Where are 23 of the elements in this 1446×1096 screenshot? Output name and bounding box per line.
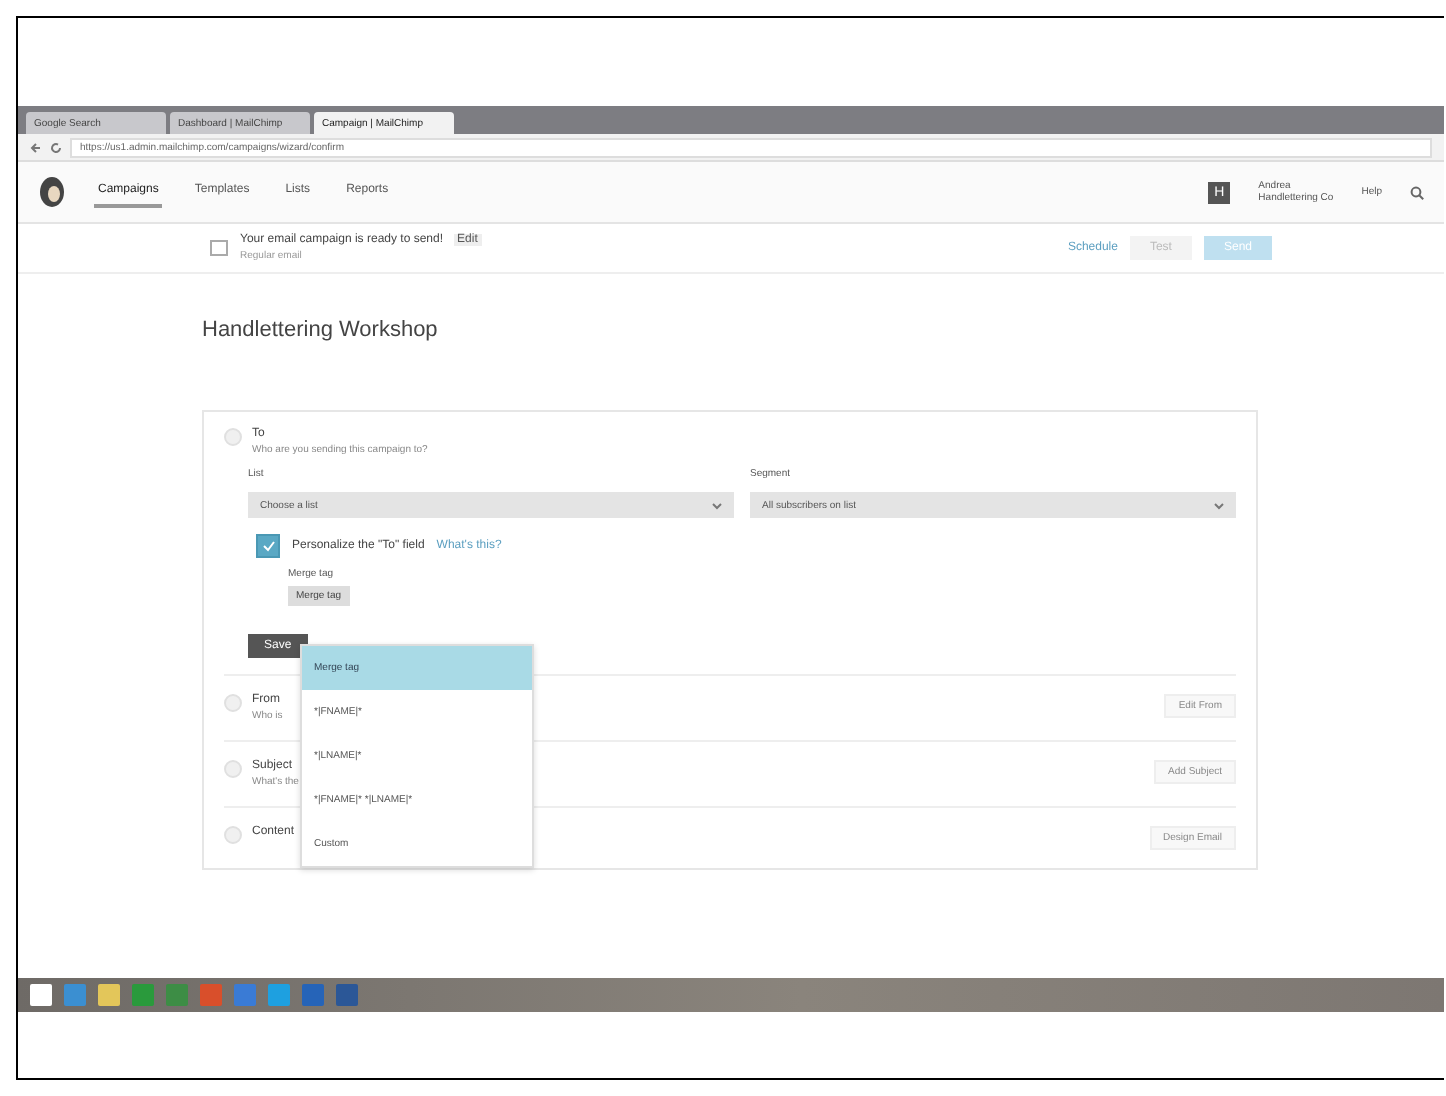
app-icon[interactable] (336, 984, 358, 1006)
campaign-title: Handlettering Workshop (202, 318, 440, 346)
app-icon[interactable] (64, 984, 86, 1006)
app-icon[interactable] (132, 984, 154, 1006)
step-icon (224, 694, 242, 712)
back-icon[interactable] (30, 141, 42, 153)
step-icon (224, 428, 242, 446)
check-icon (261, 540, 275, 552)
chevron-down-icon (712, 501, 722, 509)
app-icon[interactable] (302, 984, 324, 1006)
step-icon (224, 760, 242, 778)
app-icon[interactable] (268, 984, 290, 1006)
reload-icon[interactable] (50, 141, 62, 153)
search-icon[interactable] (1410, 185, 1424, 199)
step-icon (224, 826, 242, 844)
logo-icon[interactable] (38, 176, 66, 208)
chevron-down-icon (1214, 501, 1224, 509)
app-icon[interactable] (30, 984, 52, 1006)
personalize-checkbox[interactable] (256, 534, 280, 558)
app-icon[interactable] (200, 984, 222, 1006)
app-icon[interactable] (98, 984, 120, 1006)
app-icon[interactable] (166, 984, 188, 1006)
app-icon[interactable] (234, 984, 256, 1006)
